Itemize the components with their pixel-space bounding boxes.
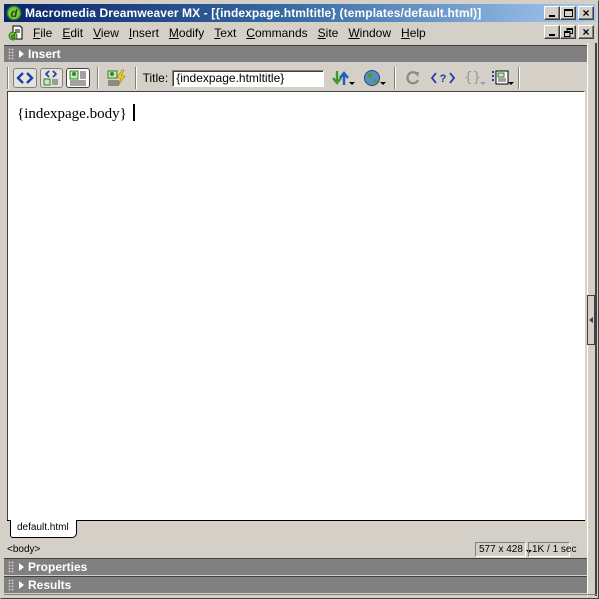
dropdown-arrow-icon: [480, 82, 487, 85]
grip-handle-icon[interactable]: [8, 579, 14, 591]
restore-icon: [563, 27, 573, 37]
close-icon: ×: [582, 6, 590, 20]
results-panel-header[interactable]: Results: [4, 576, 587, 593]
svg-text:d: d: [11, 34, 15, 41]
download-time-value: 1K / 1 sec: [532, 544, 577, 555]
minimize-icon: [549, 34, 555, 36]
toolbar-grip[interactable]: [7, 67, 9, 89]
menu-help[interactable]: Help: [396, 26, 431, 40]
live-data-view-icon: [107, 69, 126, 87]
live-data-view-button[interactable]: [106, 68, 128, 88]
expand-arrow-icon: [19, 563, 24, 571]
grip-handle-icon[interactable]: [8, 48, 14, 60]
document-tab-strip: default.html: [7, 520, 585, 540]
minimize-button[interactable]: [544, 6, 560, 20]
download-size-indicator: 1K / 1 sec: [528, 542, 576, 557]
design-view-button[interactable]: [66, 68, 90, 88]
menu-commands[interactable]: Commands: [241, 26, 312, 40]
menu-modify[interactable]: Modify: [164, 26, 209, 40]
toolbar-separator: [518, 67, 521, 89]
insert-panel-header[interactable]: Insert: [4, 45, 587, 62]
menu-text[interactable]: Text: [209, 26, 241, 40]
title-bar[interactable]: d Macromedia Dreamweaver MX - [{indexpag…: [4, 4, 596, 22]
maximize-icon: [563, 9, 573, 17]
document-toolbar: Title: {indexpage.htmltitle} ? {}: [4, 65, 524, 91]
results-panel-label: Results: [28, 578, 72, 592]
window-title: Macromedia Dreamweaver MX - [{indexpage.…: [25, 6, 482, 20]
maximize-button[interactable]: [560, 6, 576, 20]
view-options-button[interactable]: [489, 68, 515, 88]
application-window: d Macromedia Dreamweaver MX - [{indexpag…: [0, 0, 599, 599]
menu-bar: d File Edit View Insert Modify Text Comm…: [4, 23, 596, 42]
file-management-icon: [332, 71, 349, 85]
code-view-icon: [16, 72, 34, 84]
properties-panel-header[interactable]: Properties: [4, 558, 587, 575]
close-icon: ×: [582, 25, 590, 39]
view-options-icon: [492, 70, 509, 85]
tag-selector-body[interactable]: <body>: [7, 544, 40, 555]
svg-text:?: ?: [440, 73, 447, 85]
code-design-view-icon: [43, 70, 59, 86]
doc-restore-button[interactable]: [560, 25, 576, 39]
toolbar-separator: [134, 67, 137, 89]
document-icon[interactable]: d: [8, 25, 24, 41]
collapse-left-arrow-icon: [589, 317, 593, 323]
page-title-input[interactable]: [172, 69, 325, 87]
text-cursor: [132, 104, 135, 121]
title-label: Title:: [142, 71, 169, 85]
split-view-button[interactable]: [39, 68, 64, 88]
status-bar: <body> 577 x 428 1K / 1 sec: [4, 541, 587, 558]
toolbar-separator: [96, 67, 99, 89]
close-button[interactable]: ×: [578, 6, 594, 20]
dropdown-arrow-icon: [508, 82, 515, 85]
document-body[interactable]: {indexpage.body}: [17, 104, 135, 123]
doc-minimize-button[interactable]: [544, 25, 560, 39]
reference-icon: ?: [430, 72, 455, 85]
menu-insert[interactable]: Insert: [124, 26, 164, 40]
document-design-view[interactable]: {indexpage.body}: [7, 91, 585, 521]
doc-close-button[interactable]: ×: [578, 25, 594, 39]
code-view-button[interactable]: [13, 68, 37, 88]
dropdown-arrow-icon: [348, 82, 355, 85]
window-size-value: 577 x 428: [479, 544, 523, 555]
refresh-icon: [406, 71, 420, 85]
insert-panel-label: Insert: [28, 47, 61, 61]
grip-handle-icon[interactable]: [8, 561, 14, 573]
menu-file[interactable]: File: [28, 26, 57, 40]
preview-browser-icon: [363, 70, 380, 86]
expand-arrow-icon: [19, 581, 24, 589]
code-navigation-button[interactable]: {}: [462, 68, 487, 88]
menu-site[interactable]: Site: [313, 26, 344, 40]
file-management-button[interactable]: [330, 68, 355, 88]
code-navigation-icon: {}: [464, 70, 481, 86]
refresh-button[interactable]: [403, 68, 425, 88]
svg-text:d: d: [11, 8, 18, 20]
dreamweaver-logo-icon: d: [6, 5, 22, 21]
window-size-dropdown[interactable]: 577 x 428: [475, 542, 532, 557]
minimize-icon: [549, 15, 555, 17]
preview-browser-button[interactable]: [361, 68, 386, 88]
expand-arrow-icon: [19, 50, 24, 58]
tab-default-html[interactable]: default.html: [10, 520, 77, 538]
toolbar-separator: [393, 67, 396, 89]
reference-button[interactable]: ?: [430, 68, 456, 88]
menu-edit[interactable]: Edit: [57, 26, 88, 40]
window-bottom-edge: [4, 594, 597, 596]
dropdown-arrow-icon: [379, 82, 386, 85]
menu-window[interactable]: Window: [343, 26, 396, 40]
properties-panel-label: Properties: [28, 560, 88, 574]
panel-splitter-toggle[interactable]: [587, 295, 595, 345]
menu-view[interactable]: View: [88, 26, 124, 40]
design-view-icon: [69, 70, 87, 86]
body-placeholder-text: {indexpage.body}: [17, 106, 127, 122]
